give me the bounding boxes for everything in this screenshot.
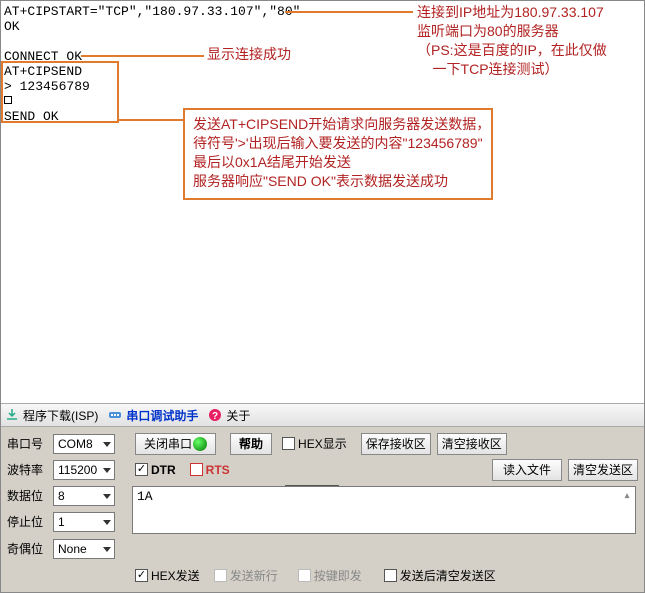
download-icon — [5, 408, 19, 422]
rts-label: RTS — [206, 463, 230, 477]
checkbox-icon — [384, 569, 397, 582]
tabbar: 程序下载(ISP) 串口调试助手 ? 关于 — [1, 403, 644, 427]
help-button[interactable]: 帮助 — [230, 433, 272, 455]
send-newline-label: 发送新行 — [230, 567, 278, 584]
port-select[interactable]: COM8 — [53, 434, 115, 454]
serial-icon — [108, 408, 122, 422]
annotation-line — [285, 11, 413, 13]
cmd-ok: OK — [4, 19, 20, 34]
annotation-send: 发送AT+CIPSEND开始请求向服务器发送数据， 待符号'>'出现后输入要发送… — [193, 115, 490, 191]
checkbox-icon — [214, 569, 227, 582]
clear-after-send-checkbox[interactable]: 发送后清空发送区 — [384, 567, 496, 584]
port-label: 串口号 — [7, 435, 53, 452]
baud-select[interactable]: 115200 — [53, 460, 115, 480]
cmd-cipstart: AT+CIPSTART="TCP","180.97.33.107","80" — [4, 4, 300, 19]
dtr-checkbox[interactable]: DTR — [135, 463, 176, 477]
send-data-value: 1A — [137, 489, 153, 504]
clear-send-button[interactable]: 清空发送区 — [568, 459, 638, 481]
tab-isp[interactable]: 程序下载(ISP) — [23, 407, 98, 424]
annotation-connect: 显示连接成功 — [207, 45, 291, 64]
hex-send-label: HEX发送 — [151, 567, 200, 584]
parity-select[interactable]: None — [53, 539, 115, 559]
annotation-line — [119, 119, 183, 121]
checkbox-icon — [298, 569, 311, 582]
load-file-button[interactable]: 读入文件 — [492, 459, 562, 481]
terminal-output-area: AT+CIPSTART="TCP","180.97.33.107","80" O… — [1, 1, 644, 403]
close-port-button[interactable]: 关闭串口 — [135, 433, 216, 455]
key-immediate-checkbox[interactable]: 按键即发 — [298, 567, 362, 584]
control-panel: 串口号 COM8 关闭串口 帮助 HEX显示 保存接收区 清空接收区 波特率 1… — [1, 427, 644, 592]
checkbox-icon — [135, 463, 148, 476]
databits-select[interactable]: 8 — [53, 486, 115, 506]
key-immediate-label: 按键即发 — [314, 567, 362, 584]
port-status-light — [193, 437, 207, 451]
close-port-label: 关闭串口 — [144, 435, 192, 452]
stopbits-label: 停止位 — [7, 513, 53, 530]
tab-serial[interactable]: 串口调试助手 — [126, 407, 198, 424]
parity-label: 奇偶位 — [7, 540, 53, 557]
baud-label: 波特率 — [7, 461, 53, 478]
send-newline-checkbox[interactable]: 发送新行 — [214, 567, 278, 584]
annotation-ip: 连接到IP地址为180.97.33.107 监听端口为80的服务器 （PS:这是… — [417, 3, 607, 79]
send-data-input[interactable]: 1A ▴ — [132, 486, 636, 534]
annotation-line — [81, 55, 204, 57]
stopbits-select[interactable]: 1 — [53, 512, 115, 532]
hex-display-label: HEX显示 — [298, 435, 347, 452]
svg-text:?: ? — [212, 411, 218, 422]
tab-about[interactable]: 关于 — [226, 407, 250, 424]
checkbox-icon — [282, 437, 295, 450]
input-expand-icon: ▴ — [621, 489, 633, 501]
clear-after-send-label: 发送后清空发送区 — [400, 567, 496, 584]
rts-checkbox[interactable]: RTS — [190, 463, 230, 477]
help-icon: ? — [208, 408, 222, 422]
databits-label: 数据位 — [7, 487, 53, 504]
save-recv-button[interactable]: 保存接收区 — [361, 433, 431, 455]
hex-send-checkbox[interactable]: HEX发送 — [135, 567, 200, 584]
annotation-box-send — [1, 61, 119, 123]
checkbox-icon — [135, 569, 148, 582]
hex-display-checkbox[interactable]: HEX显示 — [282, 435, 347, 452]
checkbox-icon — [190, 463, 203, 476]
clear-recv-button[interactable]: 清空接收区 — [437, 433, 507, 455]
dtr-label: DTR — [151, 463, 176, 477]
